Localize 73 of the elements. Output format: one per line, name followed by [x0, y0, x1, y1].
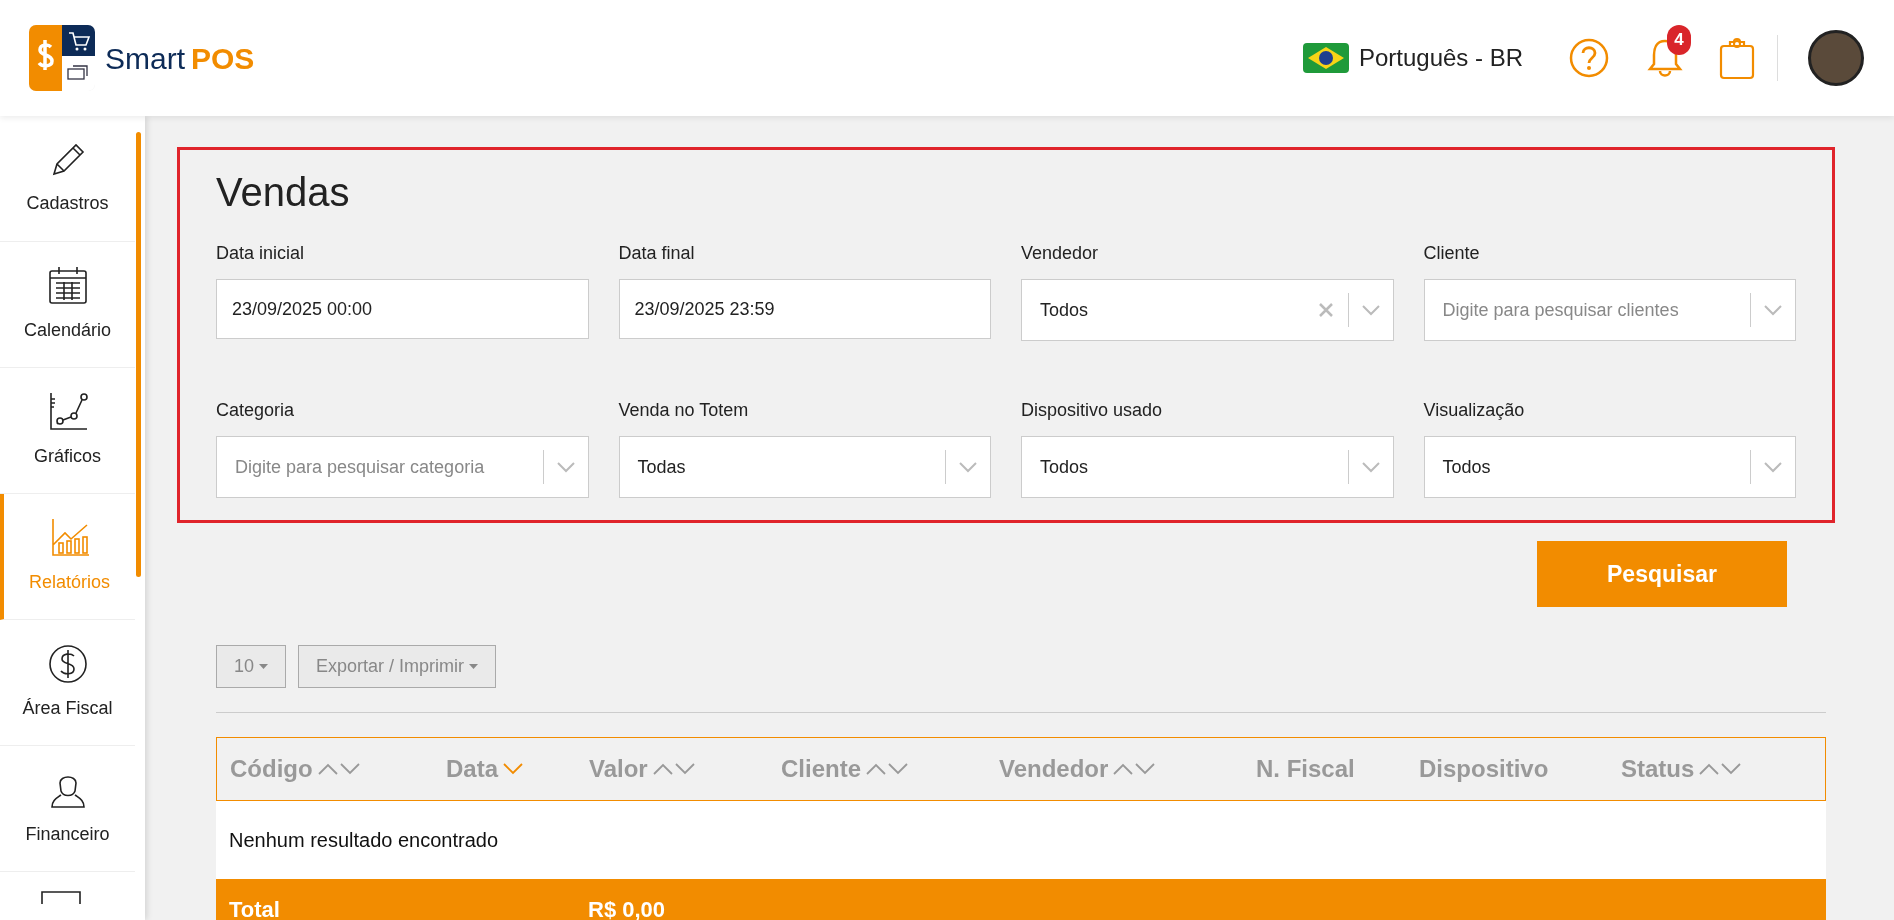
column-header[interactable]: Dispositivo	[1419, 751, 1549, 787]
sort-down-icon[interactable]	[887, 762, 909, 776]
select-placeholder: Digite para pesquisar clientes	[1442, 298, 1680, 322]
date-input-field[interactable]: 23/09/2025 23:59	[618, 279, 991, 339]
select-field[interactable]: Digite para pesquisar categoria	[216, 436, 589, 498]
sort-up-icon[interactable]	[651, 762, 674, 776]
column-header[interactable]: Status	[1621, 751, 1695, 787]
sidebar-item[interactable]: Área Fiscal	[0, 620, 135, 746]
field-label: Data inicial	[216, 242, 306, 265]
column-header[interactable]: Cliente	[781, 751, 861, 787]
sort-down-icon[interactable]	[502, 762, 525, 776]
field-label: Vendedor	[1021, 242, 1100, 265]
sort-up-icon[interactable]	[316, 762, 339, 776]
sidebar-item[interactable]: Gráficos	[0, 368, 135, 494]
select-field[interactable]: Todos	[1021, 279, 1394, 341]
select-placeholder: Digite para pesquisar categoria	[235, 455, 486, 479]
chevron-down-icon[interactable]	[555, 461, 576, 473]
search-button[interactable]: Pesquisar	[1537, 541, 1787, 607]
total-label: Total	[228, 895, 281, 920]
select-field[interactable]: Todos	[1423, 436, 1796, 498]
sort-down-icon[interactable]	[1720, 762, 1743, 776]
sidebar-item[interactable]: Financeiro	[0, 746, 135, 872]
field-label: Dispositivo usado	[1021, 399, 1164, 422]
help-icon[interactable]	[1569, 38, 1609, 78]
chevron-down-icon[interactable]	[1360, 461, 1381, 473]
notification-badge: 4	[1667, 25, 1691, 55]
logo-icon	[29, 25, 95, 91]
column-header[interactable]: Valor	[589, 751, 648, 787]
select-field[interactable]: Todos	[1021, 436, 1394, 498]
chevron-down-icon[interactable]	[1360, 304, 1381, 316]
sort-up-icon[interactable]	[1698, 762, 1721, 776]
clear-icon[interactable]	[1317, 302, 1334, 318]
clipboard-icon[interactable]	[1719, 36, 1755, 80]
chevron-down-icon[interactable]	[958, 461, 978, 473]
field-label: Visualização	[1423, 399, 1526, 422]
sort-up-icon[interactable]	[1112, 762, 1135, 776]
avatar[interactable]	[1808, 30, 1864, 86]
caret-icon	[469, 664, 479, 669]
field-label: Cliente	[1423, 242, 1481, 265]
date-input-field[interactable]: 23/09/2025 00:00	[216, 279, 589, 339]
caret-icon	[259, 664, 269, 669]
column-header[interactable]: N. Fiscal	[1256, 751, 1355, 787]
select-field[interactable]: Digite para pesquisar clientes	[1423, 279, 1796, 341]
sidebar-item[interactable]: Calendário	[0, 242, 135, 368]
sort-up-icon[interactable]	[865, 762, 887, 776]
select-field[interactable]: Todas	[618, 436, 991, 498]
field-label: Data final	[618, 242, 696, 265]
column-header[interactable]: Data	[446, 751, 499, 787]
calendar-icon	[46, 265, 89, 307]
select-value: Todos	[1040, 455, 1090, 479]
sort-down-icon[interactable]	[673, 762, 696, 776]
total-value: R$ 0,00	[588, 895, 666, 920]
column-header[interactable]: Vendedor	[999, 751, 1109, 787]
select-value: Todas	[637, 455, 687, 479]
chevron-down-icon[interactable]	[1763, 304, 1783, 316]
export-dropdown[interactable]: Exportar / Imprimir	[298, 645, 497, 688]
chevron-down-icon[interactable]	[1763, 461, 1783, 473]
scrollbar[interactable]	[136, 132, 141, 577]
sort-down-icon[interactable]	[1134, 762, 1157, 776]
brand-name: Smart POS	[105, 40, 255, 77]
sort-down-icon[interactable]	[338, 762, 361, 776]
language-selector[interactable]: Português - BR	[1302, 40, 1523, 76]
page-size-dropdown[interactable]: 10	[216, 645, 287, 688]
field-label: Venda no Totem	[618, 399, 750, 422]
page-title: Vendas	[216, 169, 351, 216]
empty-message: Nenhum resultado encontrado	[229, 828, 499, 853]
select-value: Todos	[1442, 455, 1492, 479]
column-header[interactable]: Código	[230, 751, 313, 787]
sidebar-item[interactable]: Cadastros	[0, 116, 135, 242]
select-value: Todos	[1040, 298, 1090, 322]
flag-icon	[1302, 43, 1349, 73]
dollar-coin-icon	[46, 643, 89, 685]
field-label: Categoria	[216, 399, 296, 422]
